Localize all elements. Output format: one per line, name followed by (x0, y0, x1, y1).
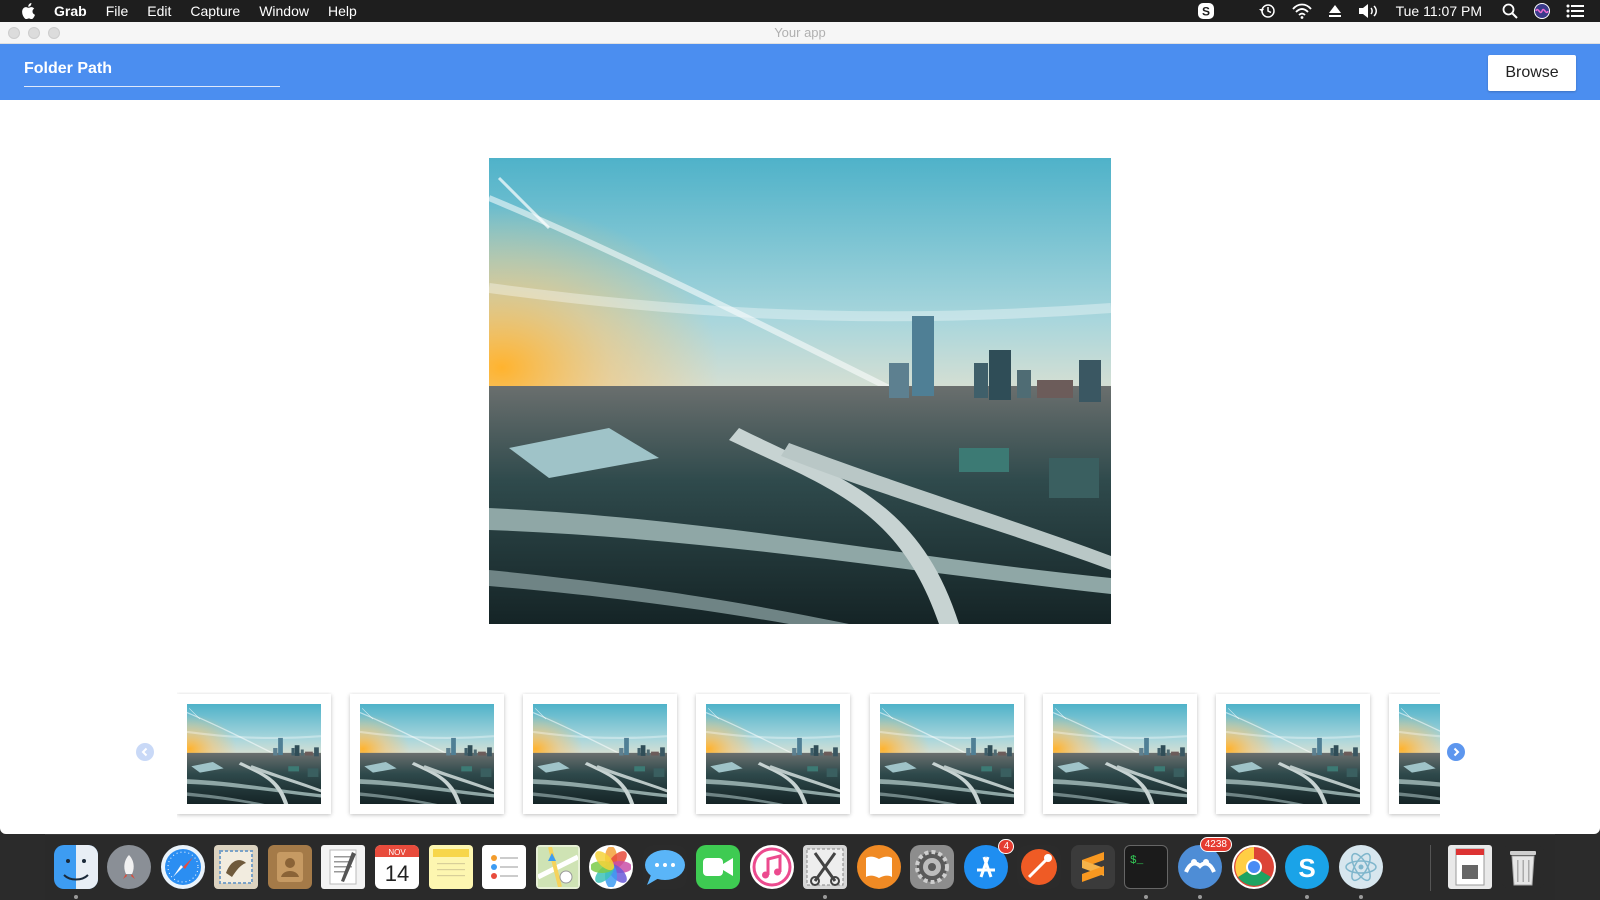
maps-icon[interactable] (536, 845, 580, 889)
downloads-stack-icon[interactable] (1448, 845, 1492, 889)
terminal-running-dot (1144, 895, 1148, 899)
menu-app-name[interactable]: Grab (54, 3, 87, 19)
zoom-window-button[interactable] (48, 27, 60, 39)
notes-icon[interactable] (429, 845, 473, 889)
apple-icon[interactable] (20, 3, 36, 19)
system-preferences-icon[interactable] (910, 845, 954, 889)
menubar-clock[interactable]: Tue 11:07 PM (1396, 3, 1482, 19)
calendar-icon[interactable]: NOV 14 (375, 845, 419, 889)
minimize-window-button[interactable] (28, 27, 40, 39)
skype-status-icon[interactable]: S (1197, 3, 1214, 19)
terminal-icon[interactable]: $_ (1124, 845, 1168, 889)
facetime-icon[interactable] (696, 845, 740, 889)
mail-client-running-dot (1198, 895, 1202, 899)
folder-path-underline (24, 86, 280, 87)
siri-icon[interactable] (1534, 3, 1550, 19)
calendar-day: 14 (385, 861, 409, 886)
app-store-icon[interactable]: 4 (964, 839, 1014, 889)
electron-icon[interactable] (1339, 845, 1383, 889)
thumbnail-strip (177, 692, 1440, 832)
thumbnail-4[interactable] (696, 694, 850, 814)
svg-text:S: S (1298, 853, 1315, 882)
trash-icon[interactable] (1501, 845, 1545, 889)
main-image (489, 158, 1111, 624)
grab-running-dot (823, 895, 827, 899)
itunes-icon[interactable] (750, 845, 794, 889)
app-header: Folder Path Browse (0, 44, 1600, 100)
notification-center-icon[interactable] (1566, 4, 1584, 18)
dock-separator (1430, 845, 1431, 891)
app-store-badge: 4 (998, 839, 1014, 854)
next-arrow-button[interactable] (1447, 743, 1465, 761)
menu-edit[interactable]: Edit (147, 3, 171, 19)
thumbnail-8[interactable] (1389, 694, 1440, 814)
textedit-icon[interactable] (321, 845, 365, 889)
app-window: Your app Folder Path Browse (0, 22, 1600, 834)
thumbnail-1[interactable] (177, 694, 331, 814)
wifi-icon[interactable] (1291, 3, 1312, 19)
menu-bar: Grab File Edit Capture Window Help S Tue… (0, 0, 1600, 22)
menu-window[interactable]: Window (259, 3, 309, 19)
ibooks-icon[interactable] (857, 845, 901, 889)
messages-icon[interactable] (643, 845, 687, 889)
mail-client-icon[interactable]: 4238 (1178, 837, 1232, 889)
svg-text:S: S (1202, 5, 1210, 19)
menu-file[interactable]: File (106, 3, 129, 19)
postman-icon[interactable] (1017, 845, 1061, 889)
volume-icon[interactable] (1358, 3, 1380, 19)
time-machine-icon[interactable] (1258, 3, 1276, 19)
folder-path-label[interactable]: Folder Path (24, 60, 112, 78)
mail-icon[interactable] (214, 845, 258, 889)
grab-icon[interactable] (803, 845, 847, 889)
sublime-text-icon[interactable] (1071, 845, 1115, 889)
window-title: Your app (774, 25, 826, 40)
menu-help[interactable]: Help (328, 3, 357, 19)
electron-running-dot (1359, 895, 1363, 899)
menu-capture[interactable]: Capture (190, 3, 240, 19)
eject-icon[interactable] (1328, 4, 1342, 18)
safari-icon[interactable] (161, 845, 205, 889)
window-titlebar[interactable]: Your app (0, 22, 1600, 44)
chevron-right-icon (1453, 747, 1460, 757)
launchpad-icon[interactable] (107, 845, 151, 889)
chevron-left-icon (141, 747, 148, 757)
finder-icon[interactable] (54, 845, 98, 889)
close-window-button[interactable] (8, 27, 20, 39)
calendar-month: NOV (388, 848, 406, 857)
spotlight-search-icon[interactable] (1502, 3, 1518, 19)
photos-icon[interactable] (589, 845, 633, 889)
thumbnail-6[interactable] (1043, 694, 1197, 814)
thumbnail-5[interactable] (870, 694, 1024, 814)
reminders-icon[interactable] (482, 845, 526, 889)
thumbnail-3[interactable] (523, 694, 677, 814)
terminal-prompt: $_ (1130, 855, 1144, 867)
browse-button[interactable]: Browse (1488, 55, 1576, 91)
previous-arrow-button[interactable] (136, 743, 154, 761)
contacts-icon[interactable] (268, 845, 312, 889)
dock: NOV 14 4 $_ 4238 S (45, 834, 1555, 900)
thumbnail-7[interactable] (1216, 694, 1370, 814)
chrome-icon[interactable] (1232, 845, 1276, 889)
skype-icon[interactable]: S (1285, 845, 1329, 889)
thumbnail-2[interactable] (350, 694, 504, 814)
finder-running-dot (74, 895, 78, 899)
skype-running-dot (1305, 895, 1309, 899)
window-controls (8, 27, 68, 39)
mail-client-badge: 4238 (1199, 837, 1232, 852)
